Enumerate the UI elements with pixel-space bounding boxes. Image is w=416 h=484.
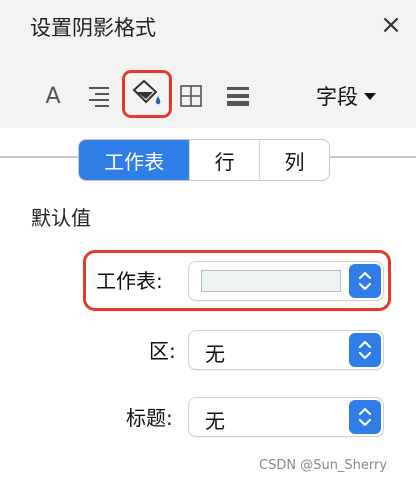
chevron-down-icon [364,92,376,100]
color-swatch [201,270,341,292]
scope-segmented-control: 工作表 行 列 [78,139,330,181]
field-menu-button[interactable]: 字段 [316,80,376,112]
tab-row[interactable]: 行 [190,140,261,180]
header-value: 无 [205,409,225,433]
line-weight-icon[interactable] [223,78,253,114]
area-popup[interactable]: 无 [188,330,384,370]
close-icon[interactable]: × [378,10,404,40]
sheet-color-popup[interactable] [188,261,384,301]
watermark: CSDN @Sun_Sherry [259,458,388,473]
sheet-color-label: 工作表: [96,269,163,293]
panel-title: 设置阴影格式 [30,16,156,40]
header-popup[interactable]: 无 [188,397,384,437]
field-menu-label: 字段 [316,85,358,109]
font-icon[interactable]: A [40,78,66,114]
font-icon-glyph: A [45,83,61,109]
stepper-icon[interactable] [349,264,381,298]
align-icon[interactable] [82,78,114,114]
section-title: 默认值 [31,206,91,230]
header-label: 标题: [126,406,173,430]
stepper-icon[interactable] [349,400,381,434]
stepper-icon[interactable] [349,333,381,367]
tab-column[interactable]: 列 [260,140,329,180]
area-value: 无 [205,342,225,366]
tab-sheet[interactable]: 工作表 [79,140,191,180]
border-grid-icon[interactable] [176,78,206,114]
area-label: 区: [149,339,176,363]
fill-bucket-icon[interactable] [122,70,172,118]
